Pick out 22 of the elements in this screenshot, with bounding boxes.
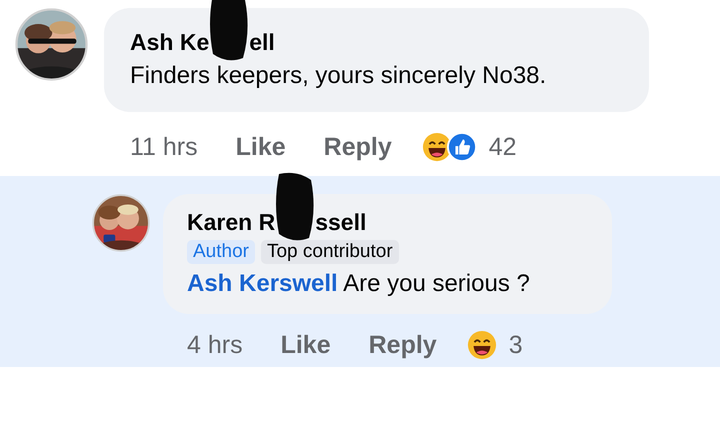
- comment-text: Ash Kerswell Are you serious ?: [187, 270, 531, 298]
- timestamp: 4 hrs: [187, 330, 243, 360]
- comment-text: Finders keepers, yours sincerely No38.: [130, 62, 548, 90]
- reply-button[interactable]: Reply: [324, 132, 392, 162]
- author-name[interactable]: ell: [249, 28, 275, 56]
- reply-button[interactable]: Reply: [368, 330, 437, 360]
- author-name[interactable]: ssell: [315, 208, 366, 236]
- author-badge: Author: [187, 240, 255, 264]
- like-button[interactable]: Like: [280, 330, 331, 360]
- reaction-count[interactable]: 42: [488, 132, 517, 162]
- author-name[interactable]: Ash Ke: [130, 28, 210, 56]
- laughing-emoji-icon: [422, 132, 452, 162]
- redaction-mark: [275, 172, 316, 242]
- timestamp: 11 hrs: [130, 132, 198, 162]
- reaction-count[interactable]: 3: [508, 330, 523, 360]
- author-name[interactable]: Karen R: [187, 208, 276, 236]
- mention-link[interactable]: Ash Kerswell: [187, 270, 338, 297]
- like-button[interactable]: Like: [236, 132, 286, 162]
- contributor-badge: Top contributor: [260, 240, 399, 264]
- redaction-mark: [209, 0, 250, 62]
- laughing-emoji-icon: [466, 330, 497, 360]
- thumbs-up-icon: [446, 132, 477, 162]
